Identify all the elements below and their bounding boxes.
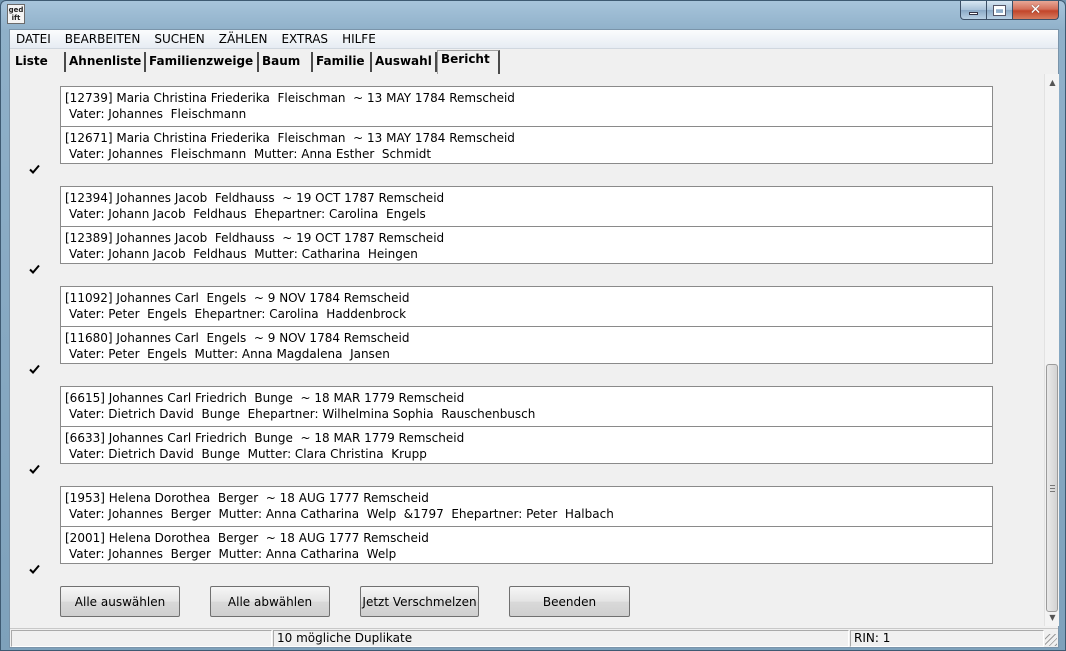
- duplicate-group: [12739] Maria Christina Friederika Fleis…: [60, 86, 993, 164]
- menu-datei[interactable]: DATEI: [10, 32, 58, 46]
- app-icon[interactable]: ged ift: [7, 4, 25, 24]
- entry-parents-line: Vater: Johannes Berger Mutter: Anna Cath…: [69, 507, 614, 521]
- quit-button[interactable]: Beenden: [509, 586, 630, 617]
- app-icon-text: ged ift: [8, 6, 24, 22]
- duplicate-group: [1953] Helena Dorothea Berger ~ 18 AUG 1…: [60, 486, 993, 564]
- scroll-down-icon[interactable]: ▼: [1045, 609, 1060, 626]
- entry-parents-line: Vater: Peter Engels Ehepartner: Carolina…: [69, 307, 407, 321]
- scroll-thumb[interactable]: [1046, 364, 1058, 612]
- client-area: DATEI BEARBEITEN SUCHEN ZÄHLEN EXTRAS HI…: [9, 29, 1059, 648]
- entry-parents-line: Vater: Johann Jacob Feldhaus Mutter: Cat…: [69, 247, 418, 261]
- duplicate-entry[interactable]: [11680] Johannes Carl Engels ~ 9 NOV 178…: [61, 326, 992, 365]
- menu-extras[interactable]: EXTRAS: [274, 32, 335, 46]
- rin-status: RIN: 1: [850, 630, 1044, 647]
- maximize-button[interactable]: [987, 1, 1013, 20]
- entry-person-line: [12671] Maria Christina Friederika Fleis…: [65, 131, 515, 145]
- minimize-button[interactable]: [960, 1, 987, 20]
- deselect-all-button[interactable]: Alle abwählen: [210, 586, 330, 617]
- select-all-button[interactable]: Alle auswählen: [60, 586, 180, 617]
- menu-bar: DATEI BEARBEITEN SUCHEN ZÄHLEN EXTRAS HI…: [10, 30, 1058, 49]
- entry-parents-line: Vater: Dietrich David Bunge Ehepartner: …: [69, 407, 536, 421]
- duplicate-entry[interactable]: [1953] Helena Dorothea Berger ~ 18 AUG 1…: [61, 487, 992, 526]
- tab-familie[interactable]: Familie: [313, 52, 372, 72]
- tab-auswahl[interactable]: Auswahl: [372, 52, 437, 72]
- scroll-up-icon[interactable]: ▲: [1045, 74, 1060, 91]
- tab-familienzweige[interactable]: Familienzweige: [146, 52, 259, 72]
- vertical-scrollbar[interactable]: ▲ ▼: [1044, 74, 1059, 626]
- entry-parents-line: Vater: Johannes Fleischmann: [69, 107, 247, 121]
- entry-parents-line: Vater: Dietrich David Bunge Mutter: Clar…: [69, 447, 427, 461]
- entry-person-line: [6633] Johannes Carl Friedrich Bunge ~ 1…: [65, 431, 465, 445]
- entry-parents-line: Vater: Johannes Berger Mutter: Anna Cath…: [69, 547, 397, 561]
- entry-person-line: [6615] Johannes Carl Friedrich Bunge ~ 1…: [65, 391, 465, 405]
- duplicate-group: [11092] Johannes Carl Engels ~ 9 NOV 178…: [60, 286, 993, 364]
- entry-parents-line: Vater: Johann Jacob Feldhaus Ehepartner:…: [69, 207, 426, 221]
- checkmark-icon: [29, 464, 40, 474]
- title-bar[interactable]: ged ift ✕: [1, 1, 1065, 29]
- duplicate-entry[interactable]: [12671] Maria Christina Friederika Fleis…: [61, 126, 992, 165]
- entry-person-line: [12739] Maria Christina Friederika Fleis…: [65, 91, 515, 105]
- duplicate-entry[interactable]: [12389] Johannes Jacob Feldhauss ~ 19 OC…: [61, 226, 992, 265]
- menu-zaehlen[interactable]: ZÄHLEN: [212, 32, 275, 46]
- merge-checkbox[interactable]: [28, 363, 41, 376]
- tab-baum[interactable]: Baum: [259, 52, 313, 72]
- menu-bearbeiten[interactable]: BEARBEITEN: [58, 32, 148, 46]
- checkmark-icon: [29, 264, 40, 274]
- resize-grip-icon[interactable]: [1045, 634, 1057, 646]
- entry-person-line: [2001] Helena Dorothea Berger ~ 18 AUG 1…: [65, 531, 429, 545]
- tab-liste[interactable]: Liste: [12, 52, 66, 72]
- status-bar: 10 mögliche Duplikate RIN: 1: [10, 628, 1058, 647]
- merge-checkbox[interactable]: [28, 463, 41, 476]
- entry-parents-line: Vater: Johannes Fleischmann Mutter: Anna…: [69, 147, 432, 161]
- duplicate-group: [12394] Johannes Jacob Feldhauss ~ 19 OC…: [60, 186, 993, 264]
- duplicate-entry[interactable]: [2001] Helena Dorothea Berger ~ 18 AUG 1…: [61, 526, 992, 565]
- entry-parents-line: Vater: Peter Engels Mutter: Anna Magdale…: [69, 347, 390, 361]
- menu-suchen[interactable]: SUCHEN: [147, 32, 211, 46]
- close-icon: ✕: [1029, 2, 1042, 18]
- close-button[interactable]: ✕: [1013, 1, 1059, 20]
- checkmark-icon: [29, 364, 40, 374]
- duplicate-entry[interactable]: [6615] Johannes Carl Friedrich Bunge ~ 1…: [61, 387, 992, 426]
- report-content: [12739] Maria Christina Friederika Fleis…: [10, 74, 1044, 626]
- checkmark-icon: [29, 564, 40, 574]
- duplicate-entry[interactable]: [6633] Johannes Carl Friedrich Bunge ~ 1…: [61, 426, 992, 465]
- entry-person-line: [1953] Helena Dorothea Berger ~ 18 AUG 1…: [65, 491, 429, 505]
- window-controls: ✕: [960, 1, 1059, 20]
- entry-person-line: [12389] Johannes Jacob Feldhauss ~ 19 OC…: [65, 231, 445, 245]
- menu-hilfe[interactable]: HILFE: [335, 32, 383, 46]
- grip-icon: [1050, 485, 1055, 492]
- entry-person-line: [12394] Johannes Jacob Feldhauss ~ 19 OC…: [65, 191, 445, 205]
- checkmark-icon: [29, 164, 40, 174]
- action-buttons: Alle auswählen Alle abwählen Jetzt Versc…: [10, 586, 1044, 618]
- tab-bar: Liste Ahnenliste Familienzweige Baum Fam…: [10, 50, 1058, 74]
- maximize-icon: [993, 4, 1006, 16]
- application-window: ged ift ✕ DATEI BEARBEITEN SUCHEN ZÄHLEN…: [0, 0, 1066, 651]
- entry-person-line: [11680] Johannes Carl Engels ~ 9 NOV 178…: [65, 331, 410, 345]
- duplicate-entry[interactable]: [11092] Johannes Carl Engels ~ 9 NOV 178…: [61, 287, 992, 326]
- duplicate-group: [6615] Johannes Carl Friedrich Bunge ~ 1…: [60, 386, 993, 464]
- tab-ahnenliste[interactable]: Ahnenliste: [66, 52, 146, 72]
- entry-person-line: [11092] Johannes Carl Engels ~ 9 NOV 178…: [65, 291, 410, 305]
- duplicate-entry[interactable]: [12394] Johannes Jacob Feldhauss ~ 19 OC…: [61, 187, 992, 226]
- tab-bericht[interactable]: Bericht: [437, 50, 500, 74]
- duplicate-count-status: 10 mögliche Duplikate: [273, 630, 849, 647]
- minimize-icon: [969, 11, 978, 15]
- merge-now-button[interactable]: Jetzt Verschmelzen: [360, 586, 479, 617]
- merge-checkbox[interactable]: [28, 563, 41, 576]
- merge-checkbox[interactable]: [28, 263, 41, 276]
- status-panel-left: [11, 630, 272, 647]
- duplicate-entry[interactable]: [12739] Maria Christina Friederika Fleis…: [61, 87, 992, 126]
- merge-checkbox[interactable]: [28, 163, 41, 176]
